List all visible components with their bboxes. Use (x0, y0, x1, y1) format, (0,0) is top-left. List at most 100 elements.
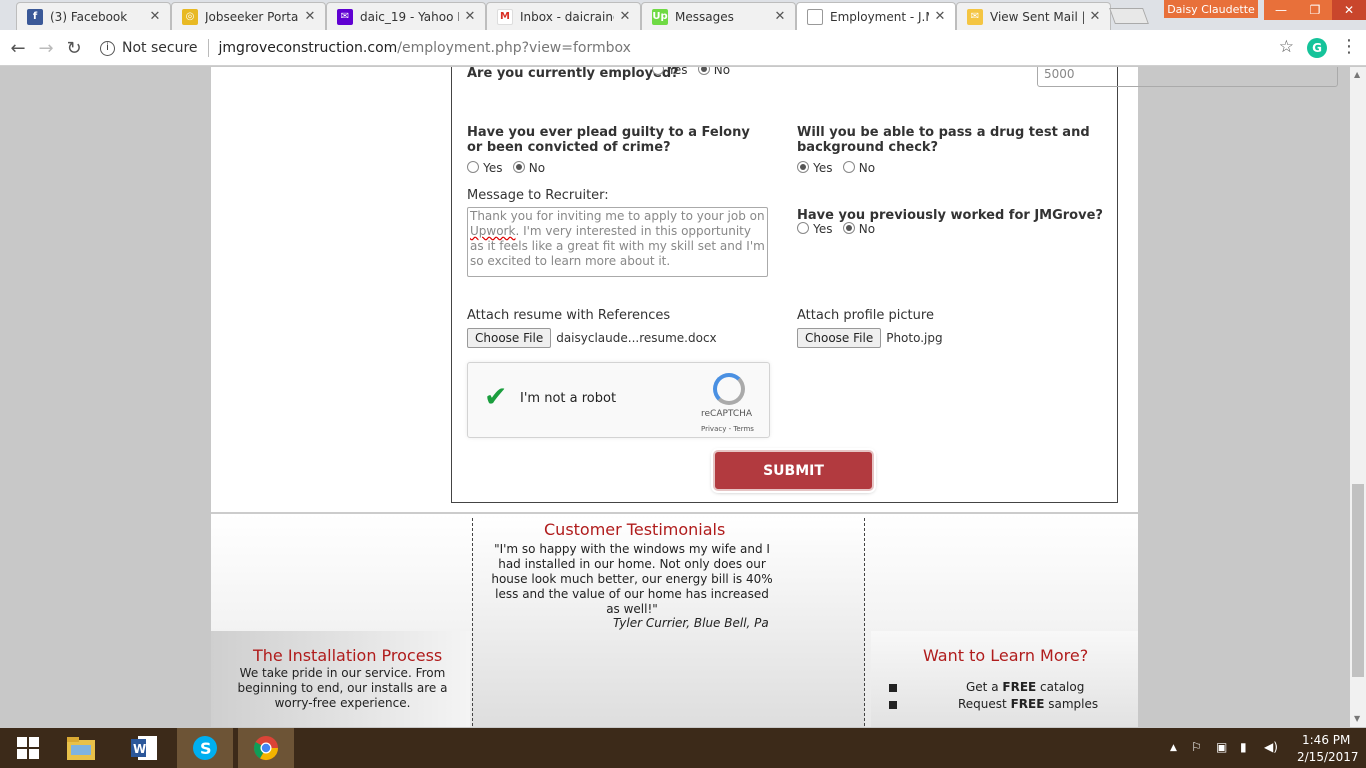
url-host: jmgroveconstruction.com (218, 40, 398, 56)
learn-item-emphasis: FREE (1010, 697, 1045, 711)
prev-worked-question: Have you previously worked for JMGrove? (797, 208, 1103, 223)
message-text: Thank you for inviting me to apply to yo… (470, 209, 765, 223)
recaptcha-label: I'm not a robot (520, 391, 617, 406)
tab-employment[interactable]: Employment - J.M ✕ (796, 2, 956, 30)
close-icon[interactable]: ✕ (618, 9, 632, 24)
security-indicator[interactable]: i Not secure (92, 40, 198, 56)
browser-toolbar: ← → ↻ i Not secure jmgroveconstruction.c… (0, 30, 1366, 66)
restore-icon[interactable]: ❐ (1298, 0, 1332, 20)
resume-file-input: Choose File daisyclaude...resume.docx (467, 328, 717, 348)
learn-item-text: samples (1044, 697, 1099, 711)
chrome-icon[interactable] (238, 728, 294, 768)
radio-label: No (858, 222, 876, 236)
testimonials-title: Customer Testimonials (544, 520, 726, 539)
svg-text:W: W (133, 742, 146, 756)
grammarly-icon[interactable]: G (1307, 38, 1327, 58)
back-arrow-icon[interactable]: ← (6, 36, 30, 60)
felony-yes-radio[interactable] (467, 161, 479, 173)
scroll-up-icon[interactable]: ▲ (1354, 70, 1360, 79)
close-icon[interactable]: ✕ (773, 9, 787, 24)
close-icon[interactable]: ✕ (148, 9, 162, 24)
picture-label: Attach profile picture (797, 308, 934, 323)
bullet-icon (889, 701, 897, 709)
resume-choose-file-button[interactable]: Choose File (467, 328, 552, 348)
close-icon[interactable]: ✕ (933, 9, 947, 24)
page-icon (807, 8, 823, 25)
reload-icon[interactable]: ↻ (62, 36, 86, 60)
tab-label: View Sent Mail | C (990, 9, 1084, 24)
tab-label: Inbox - daicrain@ (520, 9, 614, 24)
drug-test-no-radio[interactable] (842, 161, 855, 173)
picture-file-input: Choose File Photo.jpg (797, 328, 943, 348)
salary-input[interactable]: 5000 (1037, 67, 1338, 87)
close-icon[interactable]: ✕ (303, 9, 317, 24)
resume-file-name: daisyclaude...resume.docx (556, 331, 717, 345)
tab-label: Jobseeker Portal - (205, 9, 299, 24)
bookmark-star-icon[interactable]: ☆ (1279, 37, 1294, 57)
picture-file-name: Photo.jpg (886, 331, 943, 345)
learn-item-text: catalog (1036, 680, 1085, 694)
testimonials-panel: Customer Testimonials "I'm so happy with… (472, 518, 865, 727)
submit-button[interactable]: SUBMIT (713, 450, 874, 491)
radio-label: Yes (668, 67, 688, 77)
employed-yes-radio[interactable] (652, 67, 664, 75)
forward-arrow-icon[interactable]: → (34, 36, 58, 60)
window-close-icon[interactable]: ✕ (1332, 0, 1366, 20)
message-label: Message to Recruiter: (467, 188, 609, 203)
scroll-thumb[interactable] (1352, 484, 1364, 677)
recaptcha-brand: reCAPTCHA (701, 409, 753, 419)
volume-icon[interactable]: ◀) (1264, 740, 1278, 754)
recaptcha-links[interactable]: Privacy - Terms (701, 425, 754, 433)
menu-icon[interactable]: ⋮ (1340, 36, 1358, 57)
drug-test-yes-radio[interactable] (797, 161, 809, 173)
device-icon[interactable]: ▣ (1216, 740, 1227, 754)
word-icon[interactable]: W (116, 728, 172, 768)
felony-radio-group: Yes No (467, 161, 551, 176)
recaptcha-widget: ✔ I'm not a robot reCAPTCHA Privacy - Te… (467, 362, 770, 438)
tab-yahoo-mail[interactable]: ✉ daic_19 - Yahoo M ✕ (326, 2, 486, 30)
radio-label: Yes (813, 222, 833, 236)
felony-question: Have you ever plead guilty to a Felony o… (467, 125, 750, 155)
message-spellcheck-word: Upwork (470, 224, 516, 238)
testimonial-quote: "I'm so happy with the windows my wife a… (491, 542, 773, 616)
installation-title[interactable]: The Installation Process (253, 646, 442, 665)
installation-text: We take pride in our service. From begin… (237, 666, 448, 710)
employed-radio-group: Yes No (652, 67, 736, 78)
address-bar[interactable]: i Not secure jmgroveconstruction.com/emp… (92, 34, 1300, 62)
tab-facebook[interactable]: f (3) Facebook ✕ (16, 2, 171, 30)
learn-item-samples[interactable]: Request FREE samples (958, 697, 1098, 711)
prev-worked-no-radio[interactable] (842, 222, 855, 234)
felony-no-radio[interactable] (512, 161, 525, 173)
page-scrollbar[interactable]: ▲ ▼ (1350, 67, 1366, 727)
employed-no-radio[interactable] (697, 67, 710, 75)
file-explorer-icon[interactable] (53, 728, 109, 768)
message-textarea[interactable]: Thank you for inviting me to apply to yo… (467, 207, 768, 277)
tab-strip: f (3) Facebook ✕ ◎ Jobseeker Portal - ✕ … (0, 0, 1366, 30)
profile-name[interactable]: Daisy Claudette (1164, 0, 1258, 18)
new-tab-button[interactable] (1109, 8, 1149, 24)
clock-date[interactable]: 2/15/2017 (1297, 750, 1359, 764)
installation-panel: The Installation Process We take pride i… (211, 631, 470, 727)
learn-item-catalog[interactable]: Get a FREE catalog (966, 680, 1084, 694)
checkmark-icon[interactable]: ✔ (484, 383, 507, 411)
tab-label: daic_19 - Yahoo M (360, 9, 459, 24)
scroll-down-icon[interactable]: ▼ (1354, 714, 1360, 723)
prev-worked-yes-radio[interactable] (797, 222, 809, 234)
tab-sent-mail[interactable]: ✉ View Sent Mail | C ✕ (956, 2, 1111, 30)
tab-upwork-messages[interactable]: Up Messages ✕ (641, 2, 796, 30)
minimize-icon[interactable]: — (1264, 0, 1298, 20)
tray-chevron-icon[interactable]: ▲ (1170, 743, 1177, 753)
tab-gmail-inbox[interactable]: M Inbox - daicrain@ ✕ (486, 2, 641, 30)
radio-label: Yes (813, 161, 833, 175)
close-icon[interactable]: ✕ (463, 9, 477, 24)
close-icon[interactable]: ✕ (1088, 9, 1102, 24)
learn-more-title[interactable]: Want to Learn More? (923, 646, 1088, 665)
tab-jobseeker-portal[interactable]: ◎ Jobseeker Portal - ✕ (171, 2, 326, 30)
skype-icon[interactable]: S (177, 728, 233, 768)
picture-choose-file-button[interactable]: Choose File (797, 328, 882, 348)
start-icon[interactable] (0, 728, 56, 768)
action-flag-icon[interactable]: ⚐ (1191, 740, 1202, 754)
clock-time[interactable]: 1:46 PM (1302, 733, 1350, 747)
web-viewport: Are you currently employed? Yes No 5000 … (0, 67, 1350, 727)
network-icon[interactable]: ▮ (1240, 740, 1247, 754)
